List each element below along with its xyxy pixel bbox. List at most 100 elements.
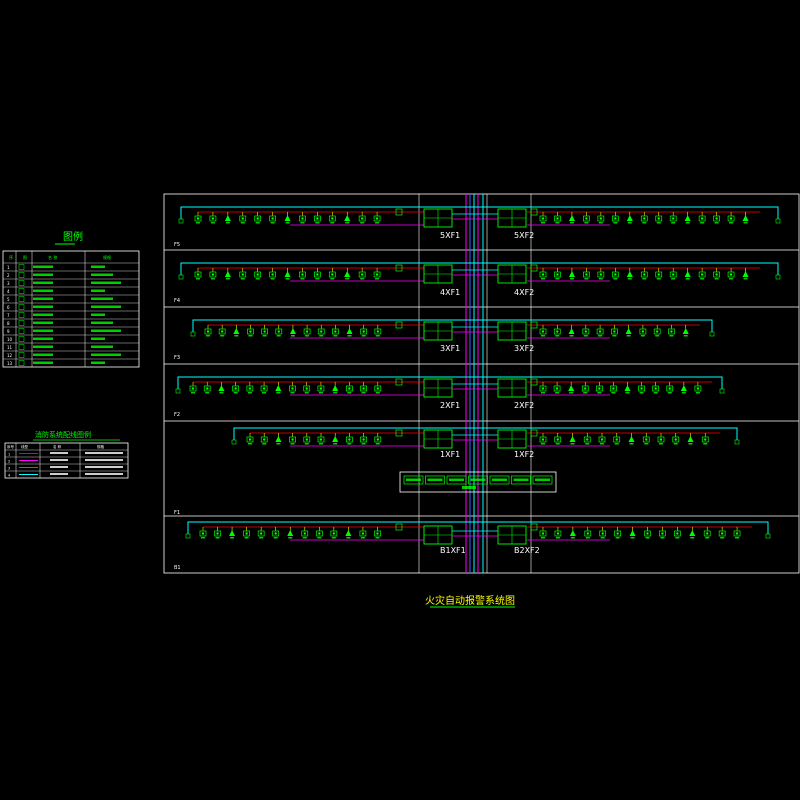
fire-alarm-panel: 3XF2	[497, 321, 534, 353]
alarm-device-icon	[625, 328, 632, 334]
wire-legend-header: 名 称	[53, 444, 62, 449]
legend-header: 规格	[103, 254, 111, 260]
end-device	[709, 331, 715, 337]
alarm-device-icon	[332, 436, 339, 442]
legend-row-number: 12	[7, 353, 13, 358]
alarm-device-icon	[275, 436, 282, 442]
legend-row-number: 13	[7, 361, 13, 366]
legend-symbol	[18, 304, 25, 310]
legend-row-number: 6	[7, 305, 10, 310]
alarm-device-icon	[233, 328, 240, 334]
wire-legend-header: 线型	[21, 444, 28, 449]
end-device	[765, 533, 771, 539]
legend-symbol	[18, 344, 25, 350]
panel-label: B1XF1	[440, 546, 466, 555]
alarm-device-icon	[684, 271, 691, 277]
alarm-device-icon	[284, 271, 291, 277]
legend-symbol	[18, 336, 25, 342]
wire-legend-section: 消防系统配线图例 序号 线型 名 称 规格 1 2 3 4	[4, 430, 129, 479]
floor-label: F4	[174, 298, 180, 304]
floor-label: F1	[174, 510, 180, 516]
legend-row-number: 2	[7, 273, 10, 278]
wire-legend-row-number: 3	[8, 467, 10, 471]
legend-symbol	[18, 272, 25, 278]
legend-header: 图	[23, 254, 27, 260]
alarm-device-icon	[344, 271, 351, 277]
alarm-device-icon	[345, 530, 352, 536]
legend-symbol	[18, 280, 25, 286]
system-frame	[163, 193, 800, 574]
fire-alarm-panel: 1XF1	[423, 429, 460, 459]
legend-row-number: 11	[7, 345, 13, 350]
alarm-device-icon	[287, 530, 294, 536]
alarm-device-icon	[682, 328, 689, 334]
panel-label: 1XF1	[440, 450, 460, 459]
alarm-device-icon	[629, 530, 636, 536]
panel-label: 2XF1	[440, 401, 460, 410]
alarm-device-icon	[344, 215, 351, 221]
alarm-device-icon	[569, 530, 576, 536]
legend-symbol	[18, 288, 25, 294]
alarm-device-icon	[284, 215, 291, 221]
panel-label: 4XF2	[514, 288, 534, 297]
panel-label: 4XF1	[440, 288, 460, 297]
wire-legend-grid: 序号 线型 名 称 规格 1 2 3 4	[5, 443, 128, 478]
alarm-device-icon	[624, 385, 631, 391]
drawing-title: 火灾自动报警系统图	[425, 594, 515, 607]
alarm-device-icon	[742, 215, 749, 221]
end-device	[178, 274, 184, 280]
wire-legend-row-number: 1	[8, 453, 10, 457]
legend-row-number: 7	[7, 313, 10, 318]
floor-row: F4 4XF1 4XF2	[174, 262, 781, 304]
floor-label: F3	[174, 355, 180, 361]
floor-row: F3 3XF1 3XF2	[174, 319, 715, 361]
end-device	[734, 439, 740, 445]
alarm-device-icon	[568, 271, 575, 277]
legend-row-number: 8	[7, 321, 10, 326]
legend-row-number: 1	[7, 265, 10, 270]
panel-label: 3XF1	[440, 344, 460, 353]
wire-legend-header: 序号	[7, 444, 14, 449]
wire-legend-title: 消防系统配线图例	[35, 430, 91, 439]
legend-row-number: 10	[7, 337, 13, 342]
alarm-device-icon	[568, 328, 575, 334]
end-device	[185, 533, 191, 539]
legend-header: 序	[9, 254, 13, 260]
end-device	[775, 218, 781, 224]
alarm-device-icon	[626, 271, 633, 277]
panel-label: 5XF1	[440, 231, 460, 240]
floor-row: F2 2XF1 2XF2	[174, 376, 725, 418]
alarm-device-icon	[229, 530, 236, 536]
end-device	[190, 331, 196, 337]
legend-symbol	[18, 296, 25, 302]
alarm-device-icon	[684, 215, 691, 221]
legend-section: 图例 序图名 称规格12345678910111213	[2, 230, 140, 368]
panel-label: 5XF2	[514, 231, 534, 240]
alarm-device-icon	[224, 271, 231, 277]
end-device	[175, 388, 181, 394]
wire-legend-row-number: 4	[8, 474, 11, 478]
wire-legend-header: 规格	[97, 444, 104, 449]
alarm-device-icon	[689, 530, 696, 536]
floor-label: F2	[174, 412, 180, 418]
alarm-device-icon	[569, 436, 576, 442]
alarm-device-icon	[224, 215, 231, 221]
floor-label: B1	[174, 565, 181, 571]
panel-label: 2XF2	[514, 401, 534, 410]
alarm-device-icon	[289, 328, 296, 334]
alarm-device-icon	[346, 328, 353, 334]
fire-alarm-panel: B1XF1	[423, 525, 466, 555]
legend-row-number: 5	[7, 297, 10, 302]
legend-row-number: 9	[7, 329, 10, 334]
legend-symbol	[18, 352, 25, 358]
legend-table-grid: 序图名 称规格12345678910111213	[3, 251, 139, 367]
end-device	[719, 388, 725, 394]
alarm-device-icon	[568, 215, 575, 221]
fire-alarm-system-diagram: 图例 序图名 称规格12345678910111213 消防系统配线图例 序号线…	[2, 193, 800, 608]
legend-symbol	[18, 320, 25, 326]
fire-alarm-panel: 1XF2	[497, 429, 534, 459]
alarm-device-icon	[687, 436, 694, 442]
alarm-device-icon	[568, 385, 575, 391]
alarm-device-icon	[218, 385, 225, 391]
panel-label: B2XF2	[514, 546, 540, 555]
